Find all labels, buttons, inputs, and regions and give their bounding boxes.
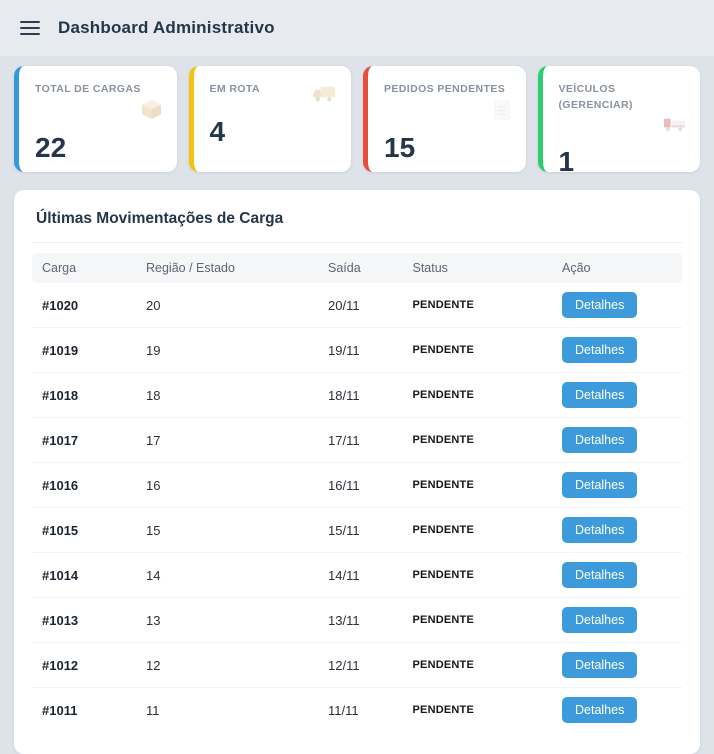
carga-cell: #1013 [32, 598, 136, 643]
column-header-regiao: Região / Estado [136, 253, 318, 283]
stat-cards-row: TOTAL DE CARGAS 22 EM ROTA [14, 66, 700, 172]
regiao-cell: 13 [136, 598, 318, 643]
card-total-de-cargas: TOTAL DE CARGAS 22 [14, 66, 177, 172]
detalhes-button[interactable]: Detalhes [562, 607, 637, 633]
table-header-row: Carga Região / Estado Saída Status Ação [32, 253, 682, 283]
saida-cell: 11/11 [318, 688, 403, 733]
card-label: VEÍCULOS (GERENCIAR) [559, 82, 687, 114]
regiao-cell: 18 [136, 373, 318, 418]
card-value: 22 [35, 134, 163, 162]
status-cell: PENDENTE [403, 508, 553, 553]
regiao-cell: 19 [136, 328, 318, 373]
regiao-cell: 15 [136, 508, 318, 553]
saida-cell: 20/11 [318, 283, 403, 328]
table-row: #1018 18 18/11 PENDENTE Detalhes [32, 373, 682, 418]
column-header-acao: Ação [552, 253, 682, 283]
column-header-saida: Saída [318, 253, 403, 283]
menu-hamburger-icon[interactable] [20, 21, 40, 35]
status-cell: PENDENTE [403, 373, 553, 418]
card-label: PEDIDOS PENDENTES [384, 82, 505, 98]
status-cell: PENDENTE [403, 283, 553, 328]
regiao-cell: 16 [136, 463, 318, 508]
panel-title: Últimas Movimentações de Carga [32, 210, 682, 228]
card-pedidos-pendentes: PEDIDOS PENDENTES 15 [363, 66, 526, 172]
card-value: 15 [384, 134, 512, 162]
table-row: #1017 17 17/11 PENDENTE Detalhes [32, 418, 682, 463]
movimentacoes-panel: Últimas Movimentações de Carga Carga Reg… [14, 190, 700, 754]
saida-cell: 16/11 [318, 463, 403, 508]
table-row: #1012 12 12/11 PENDENTE Detalhes [32, 643, 682, 688]
cargas-table: Carga Região / Estado Saída Status Ação … [32, 253, 682, 732]
table-row: #1019 19 19/11 PENDENTE Detalhes [32, 328, 682, 373]
saida-cell: 15/11 [318, 508, 403, 553]
carga-cell: #1011 [32, 688, 136, 733]
carga-cell: #1017 [32, 418, 136, 463]
card-label: TOTAL DE CARGAS [35, 82, 141, 98]
column-header-status: Status [403, 253, 553, 283]
topbar: Dashboard Administrativo [0, 0, 714, 56]
carga-cell: #1018 [32, 373, 136, 418]
saida-cell: 17/11 [318, 418, 403, 463]
table-row: #1016 16 16/11 PENDENTE Detalhes [32, 463, 682, 508]
detalhes-button[interactable]: Detalhes [562, 382, 637, 408]
regiao-cell: 20 [136, 283, 318, 328]
column-header-carga: Carga [32, 253, 136, 283]
status-cell: PENDENTE [403, 463, 553, 508]
detalhes-button[interactable]: Detalhes [562, 292, 637, 318]
carga-cell: #1012 [32, 643, 136, 688]
regiao-cell: 14 [136, 553, 318, 598]
delivery-truck-icon [312, 82, 337, 110]
detalhes-button[interactable]: Detalhes [562, 697, 637, 723]
saida-cell: 19/11 [318, 328, 403, 373]
saida-cell: 18/11 [318, 373, 403, 418]
card-em-rota: EM ROTA 4 [189, 66, 352, 172]
detalhes-button[interactable]: Detalhes [562, 427, 637, 453]
table-row: #1011 11 11/11 PENDENTE Detalhes [32, 688, 682, 733]
detalhes-button[interactable]: Detalhes [562, 652, 637, 678]
carga-cell: #1020 [32, 283, 136, 328]
carga-cell: #1014 [32, 553, 136, 598]
detalhes-button[interactable]: Detalhes [562, 337, 637, 363]
status-cell: PENDENTE [403, 328, 553, 373]
status-cell: PENDENTE [403, 688, 553, 733]
detalhes-button[interactable]: Detalhes [562, 472, 637, 498]
regiao-cell: 12 [136, 643, 318, 688]
table-body: #1020 20 20/11 PENDENTE Detalhes #1019 1… [32, 283, 682, 732]
status-cell: PENDENTE [403, 553, 553, 598]
card-label: EM ROTA [210, 82, 260, 98]
saida-cell: 13/11 [318, 598, 403, 643]
card-value: 1 [559, 148, 687, 176]
card-veiculos-gerenciar: VEÍCULOS (GERENCIAR) 1 [538, 66, 701, 172]
package-icon [140, 98, 163, 126]
saida-cell: 14/11 [318, 553, 403, 598]
status-cell: PENDENTE [403, 643, 553, 688]
card-value: 4 [210, 118, 338, 146]
carga-cell: #1019 [32, 328, 136, 373]
status-cell: PENDENTE [403, 598, 553, 643]
table-row: #1020 20 20/11 PENDENTE Detalhes [32, 283, 682, 328]
table-row: #1014 14 14/11 PENDENTE Detalhes [32, 553, 682, 598]
panel-divider [32, 242, 682, 243]
clipboard-icon [491, 98, 512, 126]
saida-cell: 12/11 [318, 643, 403, 688]
regiao-cell: 11 [136, 688, 318, 733]
table-row: #1015 15 15/11 PENDENTE Detalhes [32, 508, 682, 553]
table-row: #1013 13 13/11 PENDENTE Detalhes [32, 598, 682, 643]
detalhes-button[interactable]: Detalhes [562, 517, 637, 543]
carga-cell: #1016 [32, 463, 136, 508]
lorry-icon [663, 114, 686, 140]
carga-cell: #1015 [32, 508, 136, 553]
detalhes-button[interactable]: Detalhes [562, 562, 637, 588]
page-title: Dashboard Administrativo [58, 18, 275, 38]
regiao-cell: 17 [136, 418, 318, 463]
status-cell: PENDENTE [403, 418, 553, 463]
